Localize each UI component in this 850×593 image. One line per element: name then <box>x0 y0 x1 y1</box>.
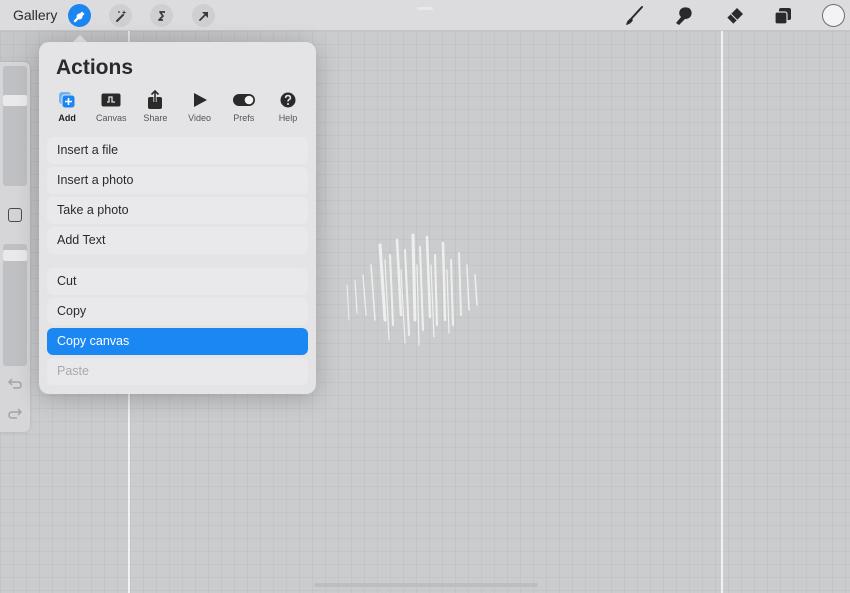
copy-item[interactable]: Copy <box>47 298 308 325</box>
modify-button[interactable] <box>8 208 22 222</box>
selection-s-icon <box>157 10 165 21</box>
opacity-slider[interactable] <box>3 244 27 366</box>
tab-video[interactable]: Video <box>178 91 222 125</box>
actions-tabs: Add Canvas Share Video Prefs Help <box>45 90 310 125</box>
add-menu-group: Insert a file Insert a photo Take a phot… <box>47 137 308 257</box>
transform-button[interactable] <box>192 4 215 27</box>
tab-label: Help <box>278 113 298 123</box>
layers-button[interactable] <box>771 4 795 28</box>
redo-icon[interactable] <box>7 406 23 420</box>
insert-photo-item[interactable]: Insert a photo <box>47 167 308 194</box>
gallery-button[interactable]: Gallery <box>13 7 57 23</box>
tab-add[interactable]: Add <box>45 91 89 125</box>
toggle-icon <box>232 94 255 106</box>
top-toolbar: Gallery <box>0 0 850 31</box>
wrench-icon <box>73 11 84 22</box>
add-text-item[interactable]: Add Text <box>47 227 308 254</box>
share-icon <box>148 90 163 109</box>
smudge-tool-button[interactable] <box>672 4 696 28</box>
brush-icon <box>626 6 643 25</box>
copy-canvas-item[interactable]: Copy canvas <box>47 328 308 355</box>
tab-share[interactable]: Share <box>133 90 177 125</box>
actions-popover: Actions Add Canvas Share Video Prefs Hel… <box>39 42 316 394</box>
add-icon <box>59 92 76 109</box>
brush-size-slider[interactable] <box>3 66 27 186</box>
tab-label: Add <box>58 113 76 123</box>
insert-file-item[interactable]: Insert a file <box>47 137 308 164</box>
clipboard-menu-group: Cut Copy Copy canvas Paste <box>47 268 308 388</box>
artwork-strokes <box>346 233 478 346</box>
tab-help[interactable]: Help <box>266 91 310 125</box>
erase-tool-button[interactable] <box>722 4 746 28</box>
layers-icon <box>774 8 791 25</box>
paste-item: Paste <box>47 358 308 385</box>
home-indicator[interactable] <box>314 583 538 587</box>
eraser-icon <box>726 8 743 25</box>
adjustments-button[interactable] <box>109 4 132 27</box>
cut-item[interactable]: Cut <box>47 268 308 295</box>
toolbar-grabber[interactable] <box>417 7 433 10</box>
paint-tool-button[interactable] <box>622 4 646 28</box>
opacity-slider-thumb[interactable] <box>3 249 27 261</box>
popover-title: Actions <box>56 56 134 79</box>
tab-label: Canvas <box>96 113 127 123</box>
tab-canvas[interactable]: Canvas <box>89 91 133 125</box>
undo-icon[interactable] <box>7 376 23 390</box>
brush-size-slider-thumb[interactable] <box>3 95 27 107</box>
help-icon <box>280 92 296 108</box>
tab-label: Video <box>188 113 212 123</box>
canvas-edge-right <box>721 31 723 593</box>
tab-label: Prefs <box>233 113 255 123</box>
color-picker-button[interactable] <box>822 4 845 27</box>
smudge-finger-icon <box>676 7 692 26</box>
play-icon <box>193 93 207 107</box>
selection-button[interactable] <box>150 4 173 27</box>
take-photo-item[interactable]: Take a photo <box>47 197 308 224</box>
arrow-cursor-icon <box>198 11 208 21</box>
tab-prefs[interactable]: Prefs <box>222 91 266 125</box>
actions-button[interactable] <box>68 4 91 27</box>
left-sidebar <box>0 62 30 432</box>
tab-label: Share <box>143 113 168 123</box>
canvas-icon <box>101 93 121 107</box>
magic-wand-icon <box>115 9 126 22</box>
